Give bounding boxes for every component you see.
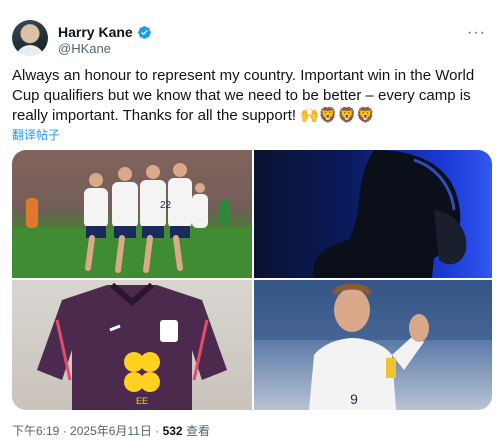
- player-number-text: 22: [160, 200, 172, 211]
- separator: ·: [155, 424, 160, 438]
- shirt-number-text: 9: [350, 391, 358, 407]
- tweet-text: Always an honour to represent my country…: [12, 67, 475, 124]
- tweet-date[interactable]: 2025年6月11日: [70, 424, 152, 438]
- display-name[interactable]: Harry Kane: [58, 24, 133, 40]
- author-name-row: Harry Kane: [58, 24, 152, 40]
- separator: ·: [62, 424, 67, 438]
- media-photo-team-celebration[interactable]: 22: [12, 150, 252, 278]
- tweet-footer: 下午6:19 · 2025年6月11日 · 532 查看: [12, 422, 210, 439]
- player-applauding-illustration: 9: [254, 280, 492, 410]
- views-count: 532: [162, 424, 183, 438]
- tweet-header: Harry Kane @HKane ···: [12, 20, 488, 60]
- portrait-silhouette-illustration: [313, 150, 467, 278]
- media-photo-portrait-silhouette[interactable]: [254, 150, 492, 278]
- media-photo-england-shirt[interactable]: EE: [12, 280, 252, 410]
- more-options-icon[interactable]: ···: [467, 24, 486, 42]
- handle[interactable]: @HKane: [58, 41, 111, 56]
- team-celebration-illustration: 22: [12, 150, 252, 278]
- shirt-sponsor-text: EE: [136, 396, 148, 406]
- tweet-time[interactable]: 下午6:19: [12, 424, 59, 438]
- england-shirt-illustration: EE: [37, 282, 227, 410]
- media-photo-player-applauding[interactable]: 9: [254, 280, 492, 410]
- media-grid: 22 EE 9: [12, 150, 492, 410]
- verified-badge-icon: [137, 25, 151, 39]
- avatar[interactable]: [12, 20, 48, 56]
- translate-link[interactable]: 翻译帖子: [12, 126, 60, 143]
- views-label: 查看: [185, 424, 210, 438]
